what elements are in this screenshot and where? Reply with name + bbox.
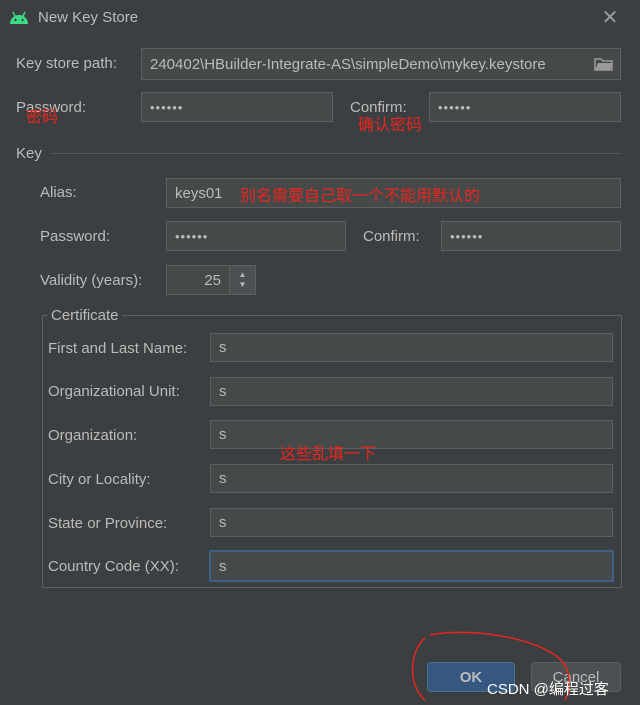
cert-field-city[interactable]: s	[210, 464, 613, 493]
cert-label-state: State or Province:	[48, 515, 168, 532]
cert-field-country[interactable]: s	[209, 550, 614, 582]
watermark: CSDN @编程过客	[487, 681, 609, 698]
close-icon[interactable]: ✕	[598, 6, 622, 30]
annotation-alias: 别名需要自己取一个不能用默认的	[240, 186, 481, 205]
annotation-confirm: 确认密码	[358, 115, 423, 134]
certificate-legend: Certificate	[48, 307, 122, 324]
key-confirm-field[interactable]: ••••••	[441, 221, 621, 251]
key-section-divider	[50, 153, 622, 154]
keystore-path-field[interactable]: 240402\HBuilder-Integrate-AS\simpleDemo\…	[141, 48, 621, 80]
validity-spinner[interactable]: 25 ▲ ▼	[166, 265, 256, 295]
key-password-field[interactable]: ••••••	[166, 221, 346, 251]
keystore-confirm-field[interactable]: ••••••	[429, 92, 621, 122]
cert-label-name: First and Last Name:	[48, 340, 188, 357]
alias-label: Alias:	[40, 184, 77, 201]
alias-value: keys01	[175, 184, 223, 202]
keystore-password-field[interactable]: ••••••	[141, 92, 333, 122]
annotation-password: 密码	[26, 107, 59, 126]
cert-field-state[interactable]: s	[210, 508, 613, 537]
cert-label-organization: Organization:	[48, 427, 138, 444]
cert-label-city: City or Locality:	[48, 471, 151, 488]
title-bar: New Key Store ✕	[0, 0, 640, 38]
key-confirm-label: Confirm:	[363, 228, 420, 245]
folder-icon[interactable]	[594, 56, 614, 72]
dialog-title: New Key Store	[38, 9, 139, 26]
cert-field-organization[interactable]: s	[210, 420, 613, 449]
keystore-path-label: Key store path:	[16, 55, 117, 72]
cert-label-org-unit: Organizational Unit:	[48, 383, 180, 400]
keystore-path-value: 240402\HBuilder-Integrate-AS\simpleDemo\…	[150, 55, 546, 73]
key-password-label: Password:	[40, 228, 111, 245]
cert-field-org-unit[interactable]: s	[210, 377, 613, 406]
validity-value: 25	[204, 271, 221, 289]
key-section-label: Key	[16, 145, 42, 162]
android-icon	[10, 11, 28, 24]
spinner-arrows-icon[interactable]: ▲ ▼	[229, 266, 255, 294]
cert-field-name[interactable]: s	[210, 333, 613, 362]
annotation-certificate: 这些乱填一下	[280, 444, 377, 463]
cert-label-country: Country Code (XX):	[48, 558, 179, 575]
validity-label: Validity (years):	[40, 272, 143, 289]
